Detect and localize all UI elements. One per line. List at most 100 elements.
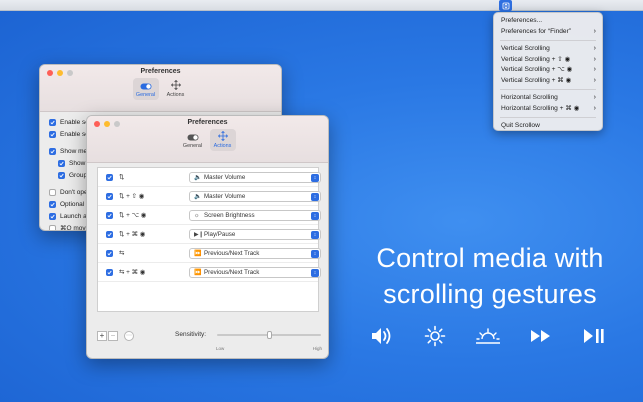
setting-label: Show me [60, 147, 88, 155]
headline-line-1: Control media with [376, 243, 604, 273]
setting-checkbox[interactable] [58, 171, 65, 179]
titlebar: Preferences General Actions [87, 116, 328, 163]
action-row[interactable]: ⇅ + ⌘ ◉ ▶❙ Play/Pause ↕ [98, 225, 321, 244]
add-action-button[interactable]: + [97, 331, 107, 341]
setting-checkbox[interactable] [49, 200, 56, 208]
setting-label: Don't ope [60, 188, 88, 196]
status-menu: Preferences... Preferences for “Finder” › V… [493, 12, 603, 131]
menu-item[interactable]: Vertical Scrolling + ⇧ ◉ › [494, 55, 602, 66]
media-icons-row [368, 324, 608, 348]
action-row[interactable]: ⇅ + ⌥ ◉ ☼ Screen Brightness ↕ [98, 206, 321, 225]
window-title: Preferences [187, 119, 228, 126]
action-enabled-checkbox[interactable] [106, 173, 113, 181]
sensitivity-slider[interactable]: Low High [216, 331, 322, 351]
action-row[interactable]: ⇅ + ⇧ ◉ 🔈 Master Volume ↕ [98, 187, 321, 206]
menu-item-label: Vertical Scrolling [501, 45, 550, 52]
menubar [0, 0, 643, 11]
select-stepper-icon: ↕ [311, 250, 319, 258]
action-select[interactable]: ⏩ Previous/Next Track ↕ [189, 267, 321, 278]
scrollow-menubar-icon[interactable] [499, 0, 512, 11]
display-brightness-icon [474, 324, 502, 348]
action-icon: ⏩ [194, 251, 202, 257]
action-icon: 🔈 [194, 175, 202, 181]
chevron-right-icon: › [593, 27, 596, 35]
actions-list: ⇅ 🔈 Master Volume ↕ ⇅ + ⇧ ◉ 🔈 Master Volume ↕ ⇅ … [97, 167, 321, 312]
action-select[interactable]: 🔈 Master Volume ↕ [189, 191, 321, 202]
gesture-label: ⇅ [119, 174, 125, 181]
menu-item[interactable]: Horizontal Scrolling › [494, 93, 602, 104]
menu-item-label: Horizontal Scrolling [501, 94, 558, 101]
setting-checkbox[interactable] [58, 159, 65, 167]
tab-actions[interactable]: Actions [209, 129, 236, 151]
menu-separator [500, 89, 596, 90]
gesture-label: ⇅ + ⇧ ◉ [119, 193, 145, 200]
setting-checkbox[interactable] [49, 147, 56, 155]
setting-checkbox[interactable] [49, 118, 56, 126]
menu-item-label: Preferences... [501, 17, 543, 24]
headline-line-2: scrolling gestures [383, 279, 597, 309]
setting-label: Show [69, 159, 86, 167]
slider-high-label: High [312, 346, 322, 351]
tab-general[interactable]: General [132, 78, 159, 100]
setting-checkbox[interactable] [49, 224, 56, 230]
chevron-right-icon: › [593, 94, 596, 101]
action-select-value: Play/Pause [204, 231, 236, 238]
menu-item[interactable]: Preferences... [494, 16, 602, 27]
remove-action-button[interactable]: − [108, 331, 118, 341]
setting-label: Enable sc [60, 118, 89, 126]
action-select[interactable]: ▶❙ Play/Pause ↕ [189, 229, 321, 240]
menu-item-label: Vertical Scrolling + ⇧ ◉ [501, 55, 571, 63]
action-row[interactable]: ⇅ 🔈 Master Volume ↕ [98, 168, 321, 187]
action-settings-button[interactable]: ⋯ [124, 331, 134, 341]
action-select[interactable]: ☼ Screen Brightness ↕ [189, 210, 321, 221]
select-stepper-icon: ↕ [311, 193, 319, 201]
menu-item[interactable]: Vertical Scrolling › [494, 44, 602, 55]
action-row[interactable]: ⇆ + ⌘ ◉ ⏩ Previous/Next Track ↕ [98, 263, 321, 282]
action-select-value: Master Volume [204, 193, 246, 200]
action-select-value: Screen Brightness [204, 212, 255, 219]
menu-separator [500, 117, 596, 118]
move-arrows-icon [217, 131, 228, 141]
select-stepper-icon: ↕ [311, 231, 319, 239]
menu-separator [500, 40, 596, 41]
chevron-right-icon: › [593, 66, 596, 73]
preferences-window-actions: Preferences General Actions ⇅ 🔈 Master Vol… [86, 115, 329, 359]
menu-item-label: Preferences for “Finder” [501, 27, 571, 35]
menu-item-label: Quit Scrollow [501, 122, 540, 129]
action-row[interactable]: ⇆ ⏩ Previous/Next Track ↕ [98, 244, 321, 263]
tab-label: General [182, 143, 203, 149]
fast-forward-icon [527, 324, 555, 348]
menu-item[interactable]: Quit Scrollow [494, 121, 602, 132]
action-select-value: Master Volume [204, 174, 246, 181]
menu-item[interactable]: Horizontal Scrolling + ⌘ ◉ › [494, 104, 602, 115]
menu-item[interactable]: Preferences for “Finder” › [494, 27, 602, 38]
window-title: Preferences [140, 68, 181, 75]
setting-checkbox[interactable] [49, 212, 56, 220]
action-enabled-checkbox[interactable] [106, 230, 113, 238]
action-enabled-checkbox[interactable] [106, 192, 113, 200]
tab-label: General [135, 92, 156, 98]
chevron-right-icon: › [593, 55, 596, 63]
titlebar: Preferences General Actions [40, 65, 281, 112]
gesture-label: ⇅ + ⌥ ◉ [119, 212, 147, 219]
menu-item[interactable]: Vertical Scrolling + ⌥ ◉ › [494, 65, 602, 76]
tab-actions[interactable]: Actions [163, 78, 189, 100]
setting-checkbox[interactable] [49, 130, 56, 138]
action-enabled-checkbox[interactable] [106, 211, 113, 219]
select-stepper-icon: ↕ [311, 269, 319, 277]
setting-checkbox[interactable] [49, 188, 56, 196]
setting-label: Optional c [60, 200, 90, 208]
chevron-right-icon: › [593, 45, 596, 52]
action-enabled-checkbox[interactable] [106, 249, 113, 257]
tab-label: Actions [166, 92, 185, 98]
slider-low-label: Low [216, 346, 225, 351]
menu-item[interactable]: Vertical Scrolling + ⌘ ◉ › [494, 76, 602, 87]
slider-knob[interactable] [266, 331, 272, 339]
tab-general[interactable]: General [180, 129, 206, 151]
action-select[interactable]: 🔈 Master Volume ↕ [189, 172, 321, 183]
ellipsis-icon: ⋯ [126, 333, 132, 339]
action-select-value: Previous/Next Track [204, 250, 260, 257]
action-select[interactable]: ⏩ Previous/Next Track ↕ [189, 248, 321, 259]
action-select-value: Previous/Next Track [204, 269, 260, 276]
action-enabled-checkbox[interactable] [106, 268, 113, 276]
